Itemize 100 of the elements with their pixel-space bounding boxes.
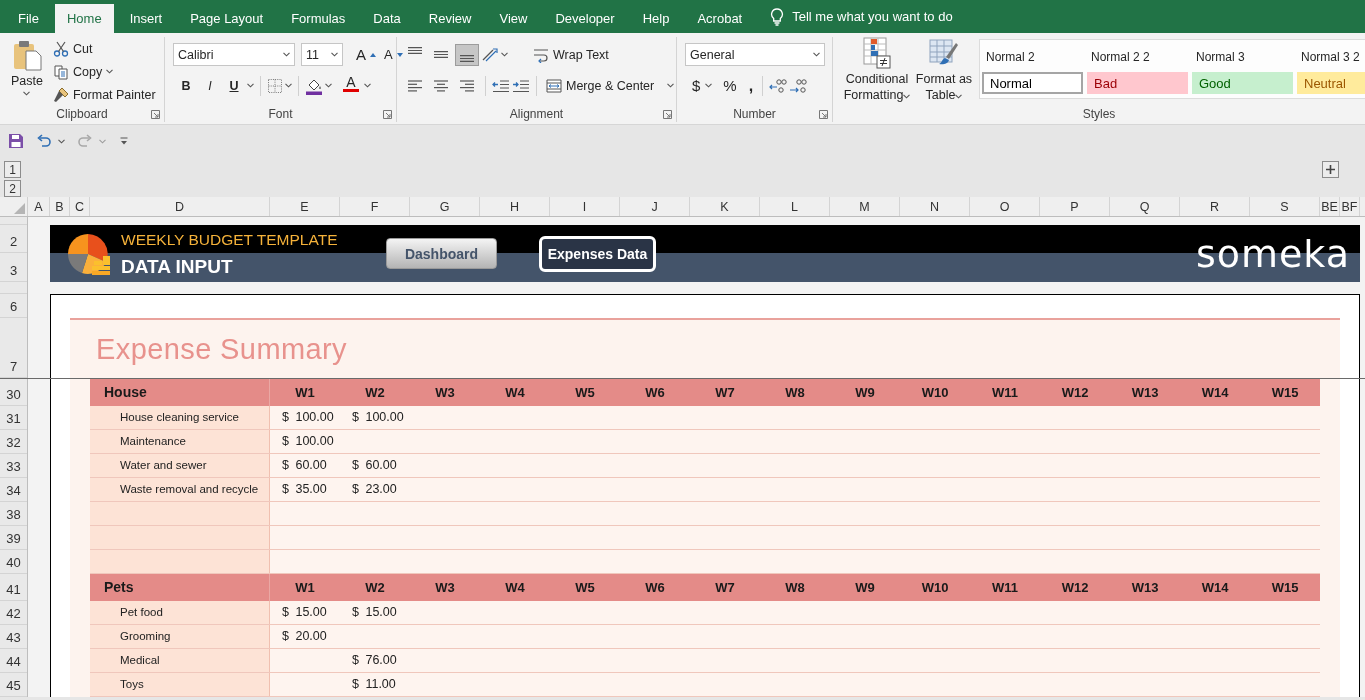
ribbon-tab[interactable]: Formulas xyxy=(279,4,358,33)
ribbon-tab[interactable]: Insert xyxy=(117,4,175,33)
caret-icon[interactable] xyxy=(903,94,911,99)
style-item[interactable]: Normal 2 2 xyxy=(1087,46,1188,68)
format-painter-button[interactable]: Format Painter xyxy=(49,83,159,106)
outline-level-button[interactable]: 1 xyxy=(4,161,21,178)
merge-center-button[interactable]: Merge & Center xyxy=(543,74,658,97)
percent-button[interactable]: % xyxy=(720,74,740,97)
column-header[interactable]: I xyxy=(550,197,620,216)
column-header[interactable]: P xyxy=(1040,197,1110,216)
style-item[interactable]: Normal xyxy=(982,72,1083,94)
ribbon-tab[interactable]: Developer xyxy=(543,4,627,33)
save-icon[interactable] xyxy=(8,133,24,149)
row-header[interactable]: 31 xyxy=(0,406,27,430)
bold-button[interactable]: B xyxy=(175,74,197,97)
ribbon-tab[interactable]: Data xyxy=(361,4,413,33)
ribbon-tab[interactable]: Home xyxy=(54,4,114,33)
row-header[interactable]: 38 xyxy=(0,502,27,526)
row-header[interactable]: 33 xyxy=(0,454,27,478)
column-header[interactable]: H xyxy=(480,197,550,216)
search-field[interactable]: Tell me what you want to do xyxy=(792,9,973,24)
caret-icon[interactable] xyxy=(285,83,292,88)
style-item[interactable]: Bad xyxy=(1087,72,1188,94)
column-header[interactable]: A xyxy=(28,197,50,216)
caret-icon[interactable] xyxy=(667,83,675,88)
row-header[interactable]: 3 xyxy=(0,253,27,282)
nav-button[interactable]: Dashboard xyxy=(386,238,497,269)
dialog-launcher-icon[interactable] xyxy=(383,110,392,119)
ribbon-tab[interactable]: Page Layout xyxy=(178,4,276,33)
caret-icon[interactable] xyxy=(364,83,371,88)
column-header[interactable]: B xyxy=(50,197,70,216)
column-header[interactable]: S xyxy=(1250,197,1320,216)
caret-icon[interactable] xyxy=(23,91,31,96)
row-header[interactable]: 40 xyxy=(0,550,27,574)
dialog-launcher-icon[interactable] xyxy=(151,110,160,119)
row-header[interactable]: 41 xyxy=(0,574,27,601)
column-header[interactable]: O xyxy=(970,197,1040,216)
style-item[interactable]: Good xyxy=(1192,72,1293,94)
column-header[interactable]: L xyxy=(760,197,830,216)
column-header[interactable]: M xyxy=(830,197,900,216)
center-align-icon[interactable] xyxy=(433,78,449,93)
text-orientation-icon[interactable] xyxy=(481,46,499,63)
caret-icon[interactable] xyxy=(331,52,338,57)
paste-button[interactable]: Paste xyxy=(8,39,46,106)
column-header[interactable]: Q xyxy=(1110,197,1180,216)
comma-button[interactable]: , xyxy=(745,74,757,97)
column-header[interactable]: BE xyxy=(1320,197,1340,216)
column-header[interactable]: C xyxy=(70,197,90,216)
caret-icon[interactable] xyxy=(501,52,508,57)
style-item[interactable]: Neutral xyxy=(1297,72,1365,94)
nav-button[interactable]: Expenses Data xyxy=(539,235,656,272)
row-header[interactable]: 2 xyxy=(0,225,27,253)
column-header[interactable]: K xyxy=(690,197,760,216)
caret-icon[interactable] xyxy=(813,52,820,57)
undo-icon[interactable] xyxy=(36,134,52,148)
expand-icon[interactable] xyxy=(1322,161,1339,178)
row-header[interactable]: 34 xyxy=(0,478,27,502)
ribbon-tab[interactable]: Acrobat xyxy=(685,4,755,33)
dialog-launcher-icon[interactable] xyxy=(663,110,672,119)
dialog-launcher-icon[interactable] xyxy=(819,110,828,119)
italic-button[interactable]: I xyxy=(199,74,221,97)
style-item[interactable]: Normal 3 xyxy=(1192,46,1293,68)
ribbon-tab[interactable]: Review xyxy=(416,4,484,33)
column-header[interactable]: G xyxy=(410,197,480,216)
column-header[interactable]: BF xyxy=(1340,197,1360,216)
increase-decimal-icon[interactable] xyxy=(769,77,788,94)
copy-button[interactable]: Copy xyxy=(49,60,159,83)
column-header[interactable]: J xyxy=(620,197,690,216)
format-as-table-button[interactable]: Format as Table xyxy=(915,37,973,106)
column-header[interactable]: N xyxy=(900,197,970,216)
wrap-text-button[interactable]: Wrap Text xyxy=(530,43,612,66)
row-header[interactable]: 42 xyxy=(0,601,27,625)
decrease-decimal-icon[interactable] xyxy=(789,77,808,94)
row-header[interactable]: 32 xyxy=(0,430,27,454)
column-header[interactable]: F xyxy=(340,197,410,216)
font-name-field[interactable]: Calibri xyxy=(173,43,295,66)
currency-button[interactable]: $ xyxy=(689,74,704,97)
decrease-indent-icon[interactable] xyxy=(492,78,510,93)
left-align-icon[interactable] xyxy=(407,78,423,93)
row-header[interactable]: 39 xyxy=(0,526,27,550)
shrink-font-button[interactable]: A xyxy=(381,43,406,66)
alignment-button[interactable] xyxy=(455,43,479,66)
ribbon-tab[interactable]: Help xyxy=(630,4,682,33)
caret-icon[interactable] xyxy=(325,83,332,88)
grow-font-button[interactable]: A xyxy=(353,43,379,66)
customize-icon[interactable] xyxy=(120,137,128,145)
ribbon-tab[interactable]: File xyxy=(6,4,51,33)
caret-icon[interactable] xyxy=(247,83,254,88)
caret-icon[interactable] xyxy=(705,83,713,88)
row-header[interactable]: 43 xyxy=(0,625,27,649)
borders-icon[interactable] xyxy=(267,77,283,94)
caret-icon[interactable] xyxy=(106,69,114,74)
caret-icon[interactable] xyxy=(283,52,290,57)
column-header[interactable]: E xyxy=(270,197,340,216)
cut-button[interactable]: Cut xyxy=(49,37,159,60)
number-format-field[interactable]: General xyxy=(685,43,825,66)
row-header[interactable]: 6 xyxy=(0,294,27,318)
caret-icon[interactable] xyxy=(58,138,65,144)
row-header[interactable]: 30 xyxy=(0,379,27,406)
right-align-icon[interactable] xyxy=(459,78,475,93)
